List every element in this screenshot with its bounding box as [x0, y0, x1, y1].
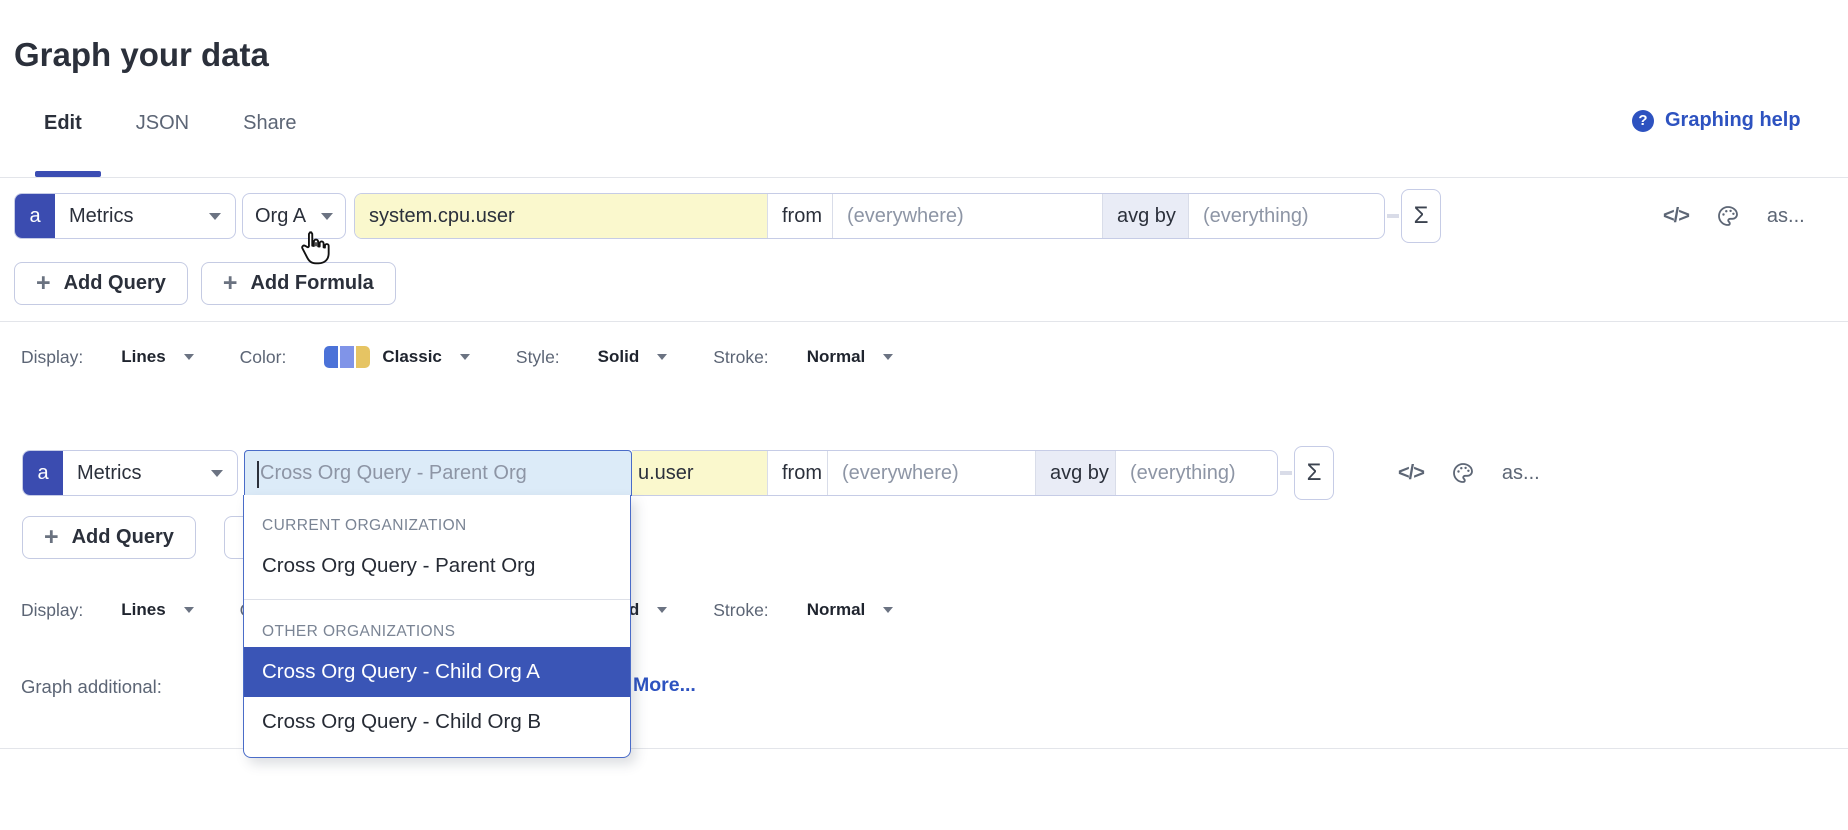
tabbar: Edit JSON Share [44, 112, 297, 135]
display-options-row-1: Display: Lines Color: Classic Style: Sol… [21, 345, 893, 369]
source-dropdown-label: Metrics [77, 462, 141, 485]
metric-query-input[interactable]: u.user [632, 451, 767, 495]
color-palette-swatch[interactable] [324, 346, 370, 368]
display-type-dropdown[interactable]: Lines [121, 600, 165, 620]
from-label: from [767, 451, 827, 495]
chevron-down-icon[interactable] [184, 607, 194, 613]
query-letter-badge: a [15, 194, 55, 238]
dropdown-section-header: OTHER ORGANIZATIONS [244, 608, 630, 647]
chevron-down-icon [321, 213, 333, 220]
tabs-divider [0, 177, 1848, 178]
style-dropdown[interactable]: Solid [598, 347, 640, 367]
chevron-down-icon[interactable] [657, 354, 667, 360]
sigma-function-button[interactable]: Σ [1294, 446, 1334, 500]
query-row-1: a Metrics Org A system.cpu.user from (ev… [14, 193, 1805, 239]
stroke-dropdown[interactable]: Normal [807, 347, 866, 367]
tab-share[interactable]: Share [243, 112, 296, 135]
code-icon[interactable]: </> [1398, 462, 1424, 485]
tab-json[interactable]: JSON [136, 112, 189, 135]
display-type-dropdown[interactable]: Lines [121, 347, 165, 367]
from-filter-input[interactable]: (everywhere) [832, 194, 1102, 238]
chevron-down-icon[interactable] [657, 607, 667, 613]
more-link[interactable]: More... [633, 674, 696, 697]
org-dropdown-panel: CURRENT ORGANIZATION Cross Org Query - P… [243, 495, 631, 758]
chevron-down-icon [211, 470, 223, 477]
aggregator-button[interactable]: avg by [1035, 451, 1115, 495]
plus-icon: + [223, 271, 238, 296]
from-label: from [767, 194, 832, 238]
stroke-label: Stroke: [713, 347, 768, 368]
graphing-help-label: Graphing help [1665, 109, 1801, 132]
source-dropdown[interactable]: Metrics [63, 451, 237, 495]
group-by-input[interactable]: (everything) [1115, 451, 1277, 495]
section-divider [0, 321, 1848, 322]
connector-dash [1387, 214, 1399, 218]
dropdown-item-parent-org[interactable]: Cross Org Query - Parent Org [244, 541, 630, 591]
stroke-dropdown[interactable]: Normal [807, 600, 866, 620]
palette-icon[interactable] [1451, 461, 1475, 485]
plus-icon: + [36, 271, 51, 296]
source-dropdown-label: Metrics [69, 205, 133, 228]
dropdown-section-header: CURRENT ORGANIZATION [244, 501, 630, 541]
dropdown-item-child-org-b[interactable]: Cross Org Query - Child Org B [244, 697, 630, 747]
chevron-down-icon[interactable] [460, 354, 470, 360]
style-label: Style: [516, 347, 560, 368]
palette-icon[interactable] [1716, 204, 1740, 228]
org-search-input[interactable] [257, 461, 619, 486]
org-dropdown-label: Org A [255, 205, 306, 228]
add-formula-button[interactable]: + Add Formula [201, 262, 396, 305]
display-label: Display: [21, 347, 83, 368]
color-label: Color: [240, 347, 287, 368]
metric-query-input[interactable]: system.cpu.user [355, 194, 767, 238]
metric-source-group: a Metrics [14, 193, 236, 239]
from-filter-input[interactable]: (everywhere) [827, 451, 1035, 495]
add-query-button[interactable]: + Add Query [22, 516, 196, 559]
query-row-2: a Metrics u.user from (everywhere) avg b… [22, 450, 1540, 496]
chevron-down-icon[interactable] [883, 607, 893, 613]
dropdown-divider [244, 599, 630, 600]
plus-icon: + [44, 525, 59, 550]
chevron-down-icon [209, 213, 221, 220]
org-dropdown[interactable]: Org A [242, 193, 346, 239]
sigma-function-button[interactable]: Σ [1401, 189, 1441, 243]
chevron-down-icon[interactable] [184, 354, 194, 360]
add-formula-label: Add Formula [250, 272, 373, 295]
add-query-label: Add Query [72, 526, 174, 549]
group-by-input[interactable]: (everything) [1188, 194, 1384, 238]
text-caret [257, 461, 259, 488]
aggregator-button[interactable]: avg by [1102, 194, 1188, 238]
as-alias-button[interactable]: as... [1767, 205, 1805, 228]
org-combobox[interactable] [244, 450, 632, 496]
stroke-label: Stroke: [713, 600, 768, 621]
add-query-button[interactable]: + Add Query [14, 262, 188, 305]
graphing-help-link[interactable]: ? Graphing help [1632, 109, 1801, 132]
connector-dash [1280, 471, 1292, 475]
add-query-label: Add Query [64, 272, 166, 295]
query-group: system.cpu.user from (everywhere) avg by… [354, 193, 1385, 239]
query-group: u.user from (everywhere) avg by (everyth… [632, 450, 1278, 496]
query-letter-badge: a [23, 451, 63, 495]
code-icon[interactable]: </> [1663, 205, 1689, 228]
dropdown-item-child-org-a[interactable]: Cross Org Query - Child Org A [244, 647, 630, 697]
help-icon: ? [1632, 110, 1654, 132]
source-dropdown[interactable]: Metrics [55, 194, 235, 238]
graph-additional-label: Graph additional: [21, 676, 162, 698]
tab-edit[interactable]: Edit [44, 112, 82, 135]
page-title: Graph your data [14, 36, 269, 74]
display-label: Display: [21, 600, 83, 621]
as-alias-button[interactable]: as... [1502, 462, 1540, 485]
metric-source-group: a Metrics [22, 450, 238, 496]
chevron-down-icon[interactable] [883, 354, 893, 360]
color-dropdown[interactable]: Classic [382, 347, 442, 367]
